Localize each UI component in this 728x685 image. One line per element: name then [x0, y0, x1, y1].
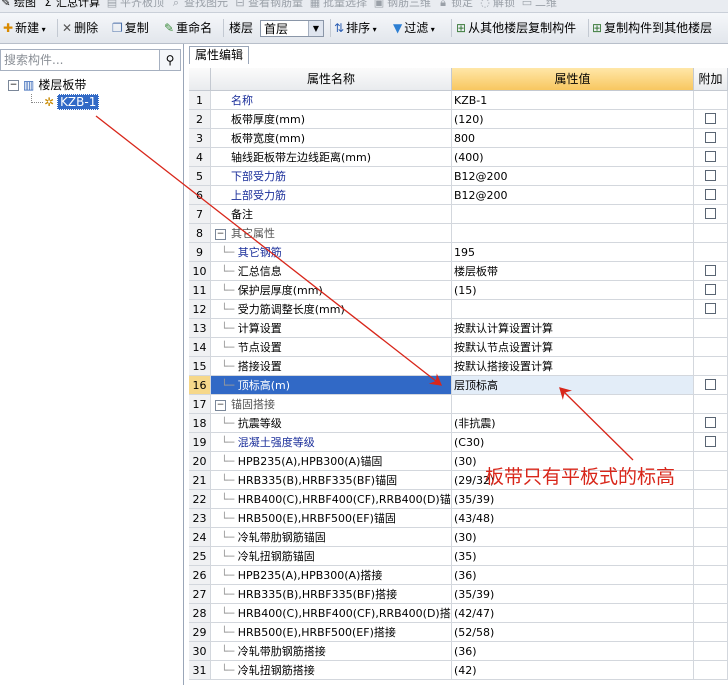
- arrow-from-tree-to-elevation: [95, 115, 443, 386]
- annotation-note: 板带只有平板式的标高: [485, 466, 676, 488]
- arrow-from-note-to-elevation: [559, 387, 634, 461]
- annotation-arrows: [95, 115, 634, 461]
